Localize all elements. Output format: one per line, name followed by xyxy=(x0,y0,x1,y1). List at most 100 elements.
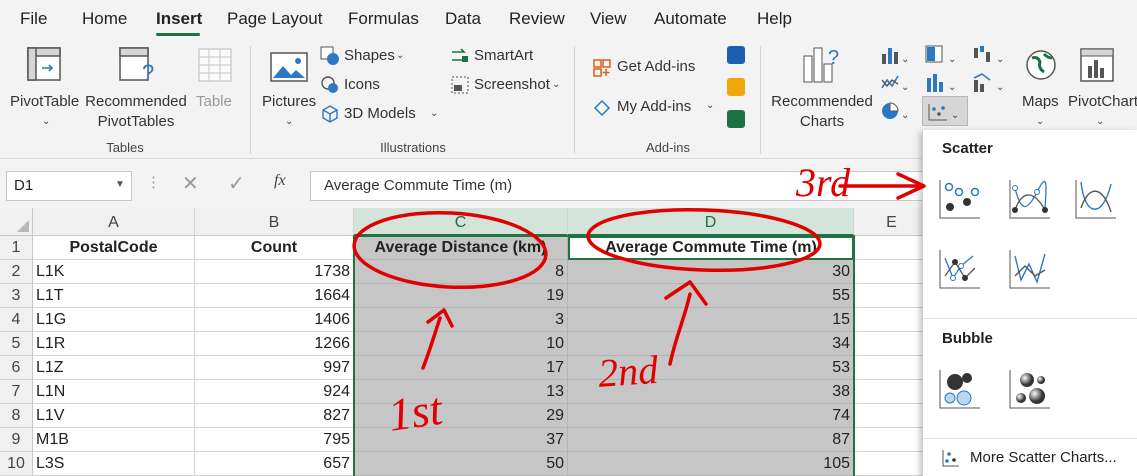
select-all-button[interactable] xyxy=(0,208,33,236)
tab-home[interactable]: Home xyxy=(82,9,127,29)
waterfall-chart-icon[interactable]: ⌄ xyxy=(972,44,1012,66)
tab-page-layout[interactable]: Page Layout xyxy=(227,9,322,29)
column-chart-icon[interactable]: ⌄ xyxy=(880,44,910,66)
empty-cell[interactable] xyxy=(854,260,930,284)
empty-cell[interactable] xyxy=(854,428,930,452)
table-cell[interactable]: M1B xyxy=(33,428,195,452)
table-cell[interactable]: L1T xyxy=(33,284,195,308)
line-chart-icon[interactable]: ⌄ xyxy=(880,72,910,94)
table-cell[interactable]: 1406 xyxy=(195,308,354,332)
empty-cell[interactable] xyxy=(854,284,930,308)
empty-cell[interactable] xyxy=(854,308,930,332)
row-header[interactable]: 9 xyxy=(0,428,33,452)
more-scatter-charts-link[interactable]: More Scatter Charts... xyxy=(923,444,1137,472)
tab-insert[interactable]: Insert xyxy=(156,9,202,29)
empty-cell[interactable] xyxy=(854,404,930,428)
scatter-straight-lines-markers-icon[interactable] xyxy=(937,248,981,292)
pivotchart-button[interactable]: PivotChart ⌄ xyxy=(1066,42,1137,128)
tab-help[interactable]: Help xyxy=(757,9,792,29)
scatter-chart-button[interactable]: ⌄ xyxy=(922,96,968,126)
table-cell[interactable]: L3S xyxy=(33,452,195,476)
3d-bubble-chart-option-icon[interactable] xyxy=(1007,368,1051,412)
header-cell-count[interactable]: Count xyxy=(195,236,354,260)
tab-file[interactable]: File xyxy=(20,9,47,29)
column-header-b[interactable]: B xyxy=(195,208,354,236)
table-cell[interactable]: 1738 xyxy=(195,260,354,284)
people-graph-icon[interactable] xyxy=(727,110,745,128)
row-header[interactable]: 6 xyxy=(0,356,33,380)
table-cell[interactable]: 997 xyxy=(195,356,354,380)
table-cell[interactable]: 827 xyxy=(195,404,354,428)
cancel-icon[interactable]: ✕ xyxy=(182,171,199,196)
tab-review[interactable]: Review xyxy=(509,9,565,29)
row-header[interactable]: 8 xyxy=(0,404,33,428)
scatter-straight-lines-icon[interactable] xyxy=(1007,248,1051,292)
icons-button[interactable]: Icons xyxy=(320,75,430,97)
pivottable-button[interactable]: PivotTable ⌄ xyxy=(4,42,80,128)
table-cell[interactable]: 1266 xyxy=(195,332,354,356)
screenshot-label: Screenshot xyxy=(474,76,550,93)
row-header[interactable]: 1 xyxy=(0,236,33,260)
empty-cell[interactable] xyxy=(854,452,930,476)
row-header[interactable]: 7 xyxy=(0,380,33,404)
table-button[interactable]: Table xyxy=(192,42,240,128)
recommended-charts-button[interactable]: ? Recommended Charts xyxy=(766,42,878,130)
pictures-button[interactable]: Pictures ⌄ xyxy=(258,42,320,128)
column-header-c[interactable]: C xyxy=(354,208,568,236)
tab-formulas[interactable]: Formulas xyxy=(348,9,419,29)
tab-view[interactable]: View xyxy=(590,9,627,29)
column-header-d[interactable]: D xyxy=(568,208,854,236)
tab-data[interactable]: Data xyxy=(445,9,481,29)
statistic-chart-icon[interactable]: ⌄ xyxy=(924,72,964,94)
combo-chart-icon[interactable]: ⌄ xyxy=(972,72,1012,94)
get-add-ins-label: Get Add-ins xyxy=(617,58,696,75)
scatter-chart-option-icon[interactable] xyxy=(937,178,981,222)
bing-icon[interactable] xyxy=(727,78,745,96)
insert-function-icon[interactable]: fx xyxy=(274,172,286,190)
empty-cell[interactable] xyxy=(854,332,930,356)
chevron-down-icon: ⌄ xyxy=(430,108,439,119)
pie-chart-icon[interactable]: ⌄ xyxy=(880,100,910,122)
name-box[interactable]: D1 ▼ xyxy=(6,171,132,201)
hierarchy-chart-icon[interactable]: ⌄ xyxy=(924,44,964,66)
row-header[interactable]: 5 xyxy=(0,332,33,356)
row-header[interactable]: 10 xyxy=(0,452,33,476)
row-header[interactable]: 4 xyxy=(0,308,33,332)
table-cell[interactable]: L1K xyxy=(33,260,195,284)
shapes-button[interactable]: Shapes ⌄ xyxy=(320,46,430,68)
my-add-ins-button[interactable]: My Add-ins ⌄ xyxy=(592,96,722,120)
chevron-down-icon[interactable]: ▼ xyxy=(115,179,125,190)
recommended-pivottables-button[interactable]: ? Recommended PivotTables xyxy=(84,42,188,130)
column-header-a[interactable]: A xyxy=(33,208,195,236)
table-cell[interactable]: L1R xyxy=(33,332,195,356)
table-cell[interactable]: 795 xyxy=(195,428,354,452)
visio-icon[interactable] xyxy=(727,46,745,64)
table-cell[interactable]: L1Z xyxy=(33,356,195,380)
scatter-smooth-lines-markers-icon[interactable] xyxy=(1007,178,1051,222)
smartart-button[interactable]: SmartArt xyxy=(450,46,560,68)
3d-models-button[interactable]: 3D Models ⌄ xyxy=(320,104,450,126)
maps-button[interactable]: Maps ⌄ xyxy=(1018,42,1066,128)
smartart-icon xyxy=(452,48,468,62)
table-cell[interactable]: L1G xyxy=(33,308,195,332)
screenshot-button[interactable]: Screenshot ⌄ xyxy=(450,75,565,97)
enter-icon[interactable]: ✓ xyxy=(228,171,245,196)
table-cell[interactable]: 924 xyxy=(195,380,354,404)
recommended-charts-label-1: Recommended xyxy=(771,93,873,110)
empty-cell[interactable] xyxy=(854,380,930,404)
row-header[interactable]: 2 xyxy=(0,260,33,284)
tab-automate[interactable]: Automate xyxy=(654,9,727,29)
get-add-ins-button[interactable]: Get Add-ins xyxy=(592,56,712,80)
header-cell-postalcode[interactable]: PostalCode xyxy=(33,236,195,260)
bubble-chart-option-icon[interactable] xyxy=(937,368,981,412)
chevron-down-icon: ⌄ xyxy=(552,79,561,90)
empty-cell[interactable] xyxy=(854,356,930,380)
row-header[interactable]: 3 xyxy=(0,284,33,308)
table-cell[interactable]: L1V xyxy=(33,404,195,428)
empty-cell[interactable] xyxy=(854,236,930,260)
table-cell[interactable]: L1N xyxy=(33,380,195,404)
scatter-smooth-lines-icon[interactable] xyxy=(1073,178,1117,222)
table-cell[interactable]: 657 xyxy=(195,452,354,476)
table-cell[interactable]: 1664 xyxy=(195,284,354,308)
column-header-e[interactable]: E xyxy=(854,208,930,236)
